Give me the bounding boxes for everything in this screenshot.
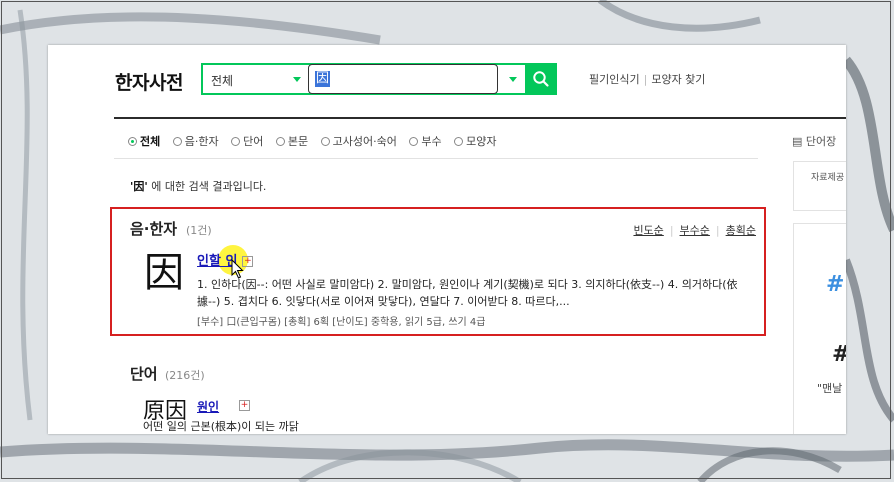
radio-icon (172, 137, 182, 146)
word-reading-link[interactable]: 원인 (197, 398, 219, 415)
top-links: 필기인식기 | 모양자 찾기 (589, 71, 705, 87)
hanja-meta: [부수] 口(큰입구몸) [총획] 6획 [난이도] 중학용, 읽기 5급, 쓰… (197, 317, 486, 328)
section-count: (1건) (186, 224, 212, 237)
dictionary-window: 한자사전 전체 因 필기인식기 | 모양자 찾기 전체 음·한자 단어 본문 고사성… (48, 45, 846, 434)
filter-word[interactable]: 단어 (231, 133, 263, 149)
sort-frequency[interactable]: 빈도순 (633, 224, 663, 237)
result-message: '因' 에 대한 검색 결과입니다. (130, 180, 267, 193)
filter-all[interactable]: 전체 (128, 133, 160, 149)
radio-icon (128, 137, 137, 146)
shape-search-link[interactable]: 모양자 찾기 (651, 73, 705, 86)
search-input[interactable]: 因 (308, 64, 498, 94)
words-section-count: (216건) (165, 369, 205, 382)
search-box: 전체 因 (201, 63, 557, 95)
autocomplete-toggle[interactable] (501, 65, 525, 93)
radio-icon (409, 137, 419, 146)
source-box: 자료제공 (793, 161, 846, 211)
search-button[interactable] (525, 63, 557, 95)
radio-icon (320, 137, 330, 146)
radio-icon (275, 137, 285, 146)
banner-text: "맨날 (817, 382, 843, 395)
banner-hashtag-blue: # (826, 272, 845, 297)
filter-radical[interactable]: 부수 (409, 133, 442, 149)
header-divider (114, 117, 846, 119)
section-title: 음·한자 (130, 220, 178, 238)
search-query-text: 因 (315, 71, 331, 87)
banner-hashtag-dark: # (832, 342, 846, 367)
filter-divider (114, 158, 758, 159)
words-section-title: 단어 (130, 365, 158, 383)
wordbook-link[interactable]: ▤ 단어장 (792, 133, 836, 149)
filter-body[interactable]: 본문 (275, 133, 308, 149)
radio-icon (454, 137, 464, 146)
search-filter-tabs: 전체 음·한자 단어 본문 고사성어·숙어 부수 모양자 (128, 133, 505, 149)
filter-shape[interactable]: 모양자 (454, 133, 496, 149)
filter-idiom[interactable]: 고사성어·숙어 (320, 133, 397, 149)
add-to-wordbook-icon[interactable]: + (239, 400, 250, 411)
handwriting-recognizer-link[interactable]: 필기인식기 (589, 73, 640, 86)
eum-hanja-section: 음·한자 (1건) 빈도순 | 부수순 | 총획순 因 인할 인 + 1. 인하다(因--… (110, 207, 766, 336)
divider: | (643, 73, 648, 86)
radio-icon (231, 137, 241, 146)
hanja-definition: 1. 인하다(因--: 어떤 사실로 말미암다) 2. 말미암다, 원인이나 계… (197, 278, 738, 308)
side-banner[interactable]: # # "맨날 (793, 223, 846, 434)
chevron-down-icon (293, 77, 301, 82)
chevron-down-icon (509, 77, 517, 82)
hanja-character[interactable]: 因 (144, 251, 184, 295)
sort-radical[interactable]: 부수순 (680, 224, 710, 237)
list-icon: ▤ (792, 135, 806, 148)
sort-strokes[interactable]: 총획순 (726, 224, 756, 237)
word-definition: 어떤 일의 근본(根本)이 되는 까닭 (143, 420, 299, 433)
filter-eum-hanja[interactable]: 음·한자 (172, 133, 219, 149)
category-value: 전체 (211, 74, 234, 88)
category-select[interactable]: 전체 (203, 65, 307, 93)
search-icon (533, 71, 549, 87)
mouse-pointer-icon (231, 259, 244, 279)
sort-options: 빈도순 | 부수순 | 총획순 (633, 224, 756, 237)
site-logo[interactable]: 한자사전 (115, 68, 183, 95)
